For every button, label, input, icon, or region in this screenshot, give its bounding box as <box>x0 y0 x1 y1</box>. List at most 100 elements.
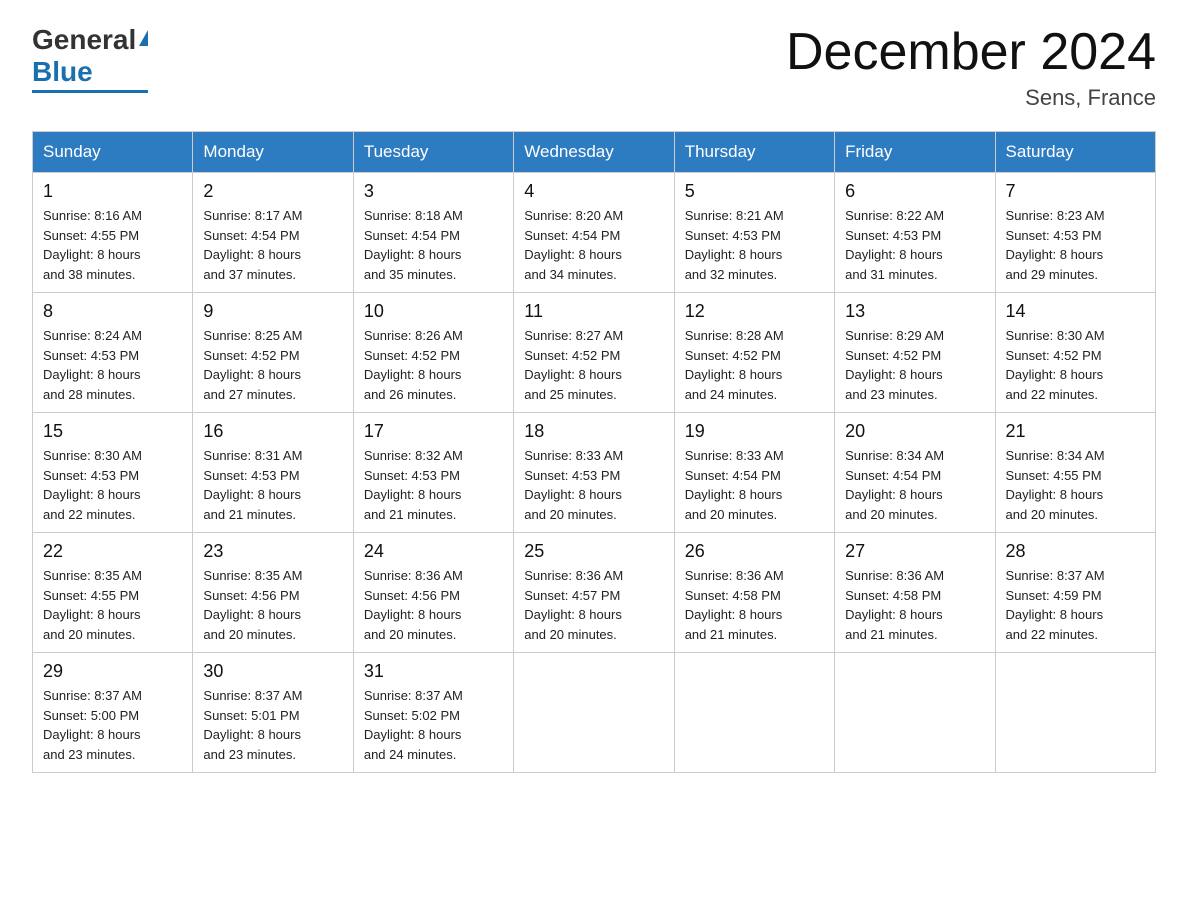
calendar-cell: 7 Sunrise: 8:23 AM Sunset: 4:53 PM Daylig… <box>995 173 1155 293</box>
logo-underline <box>32 90 148 93</box>
calendar-cell: 8Sunrise: 8:24 AM Sunset: 4:53 PM Daylig… <box>33 293 193 413</box>
day-number: 9 <box>203 301 342 322</box>
day-number: 31 <box>364 661 503 682</box>
day-info: Sunrise: 8:37 AM Sunset: 5:02 PM Dayligh… <box>364 686 503 764</box>
day-info: Sunrise: 8:37 AM Sunset: 5:01 PM Dayligh… <box>203 686 342 764</box>
calendar-cell: 18 Sunrise: 8:33 AM Sunset: 4:53 PM Dayli… <box>514 413 674 533</box>
day-number: 16 <box>203 421 342 442</box>
day-number: 25 <box>524 541 663 562</box>
day-info: Sunrise: 8:31 AM Sunset: 4:53 PM Dayligh… <box>203 446 342 524</box>
calendar-cell: 22 Sunrise: 8:35 AM Sunset: 4:55 PM Dayli… <box>33 533 193 653</box>
calendar-cell: 1Sunrise: 8:16 AM Sunset: 4:55 PM Daylig… <box>33 173 193 293</box>
calendar-week-row: 29Sunrise: 8:37 AM Sunset: 5:00 PM Dayli… <box>33 653 1156 773</box>
calendar-cell: 11 Sunrise: 8:27 AM Sunset: 4:52 PM Dayli… <box>514 293 674 413</box>
calendar-cell: 25 Sunrise: 8:36 AM Sunset: 4:57 PM Dayli… <box>514 533 674 653</box>
day-info: Sunrise: 8:18 AM Sunset: 4:54 PM Dayligh… <box>364 206 503 284</box>
calendar-cell: 30 Sunrise: 8:37 AM Sunset: 5:01 PM Dayli… <box>193 653 353 773</box>
day-number: 22 <box>43 541 182 562</box>
day-number: 27 <box>845 541 984 562</box>
calendar-cell: 17 Sunrise: 8:32 AM Sunset: 4:53 PM Dayli… <box>353 413 513 533</box>
calendar-cell: 31 Sunrise: 8:37 AM Sunset: 5:02 PM Dayli… <box>353 653 513 773</box>
header-right: December 2024 Sens, France <box>786 24 1156 111</box>
calendar-table: SundayMondayTuesdayWednesdayThursdayFrid… <box>32 131 1156 773</box>
day-info: Sunrise: 8:36 AM Sunset: 4:58 PM Dayligh… <box>685 566 824 644</box>
calendar-cell: 14 Sunrise: 8:30 AM Sunset: 4:52 PM Dayli… <box>995 293 1155 413</box>
calendar-cell <box>674 653 834 773</box>
day-number: 24 <box>364 541 503 562</box>
day-info: Sunrise: 8:28 AM Sunset: 4:52 PM Dayligh… <box>685 326 824 404</box>
day-info: Sunrise: 8:25 AM Sunset: 4:52 PM Dayligh… <box>203 326 342 404</box>
day-number: 19 <box>685 421 824 442</box>
day-number: 23 <box>203 541 342 562</box>
day-info: Sunrise: 8:30 AM Sunset: 4:52 PM Dayligh… <box>1006 326 1145 404</box>
logo-general-text: General <box>32 24 136 56</box>
day-number: 5 <box>685 181 824 202</box>
day-info: Sunrise: 8:23 AM Sunset: 4:53 PM Dayligh… <box>1006 206 1145 284</box>
column-header-wednesday: Wednesday <box>514 132 674 173</box>
day-number: 28 <box>1006 541 1145 562</box>
day-number: 2 <box>203 181 342 202</box>
logo: General Blue <box>32 24 148 93</box>
day-info: Sunrise: 8:33 AM Sunset: 4:54 PM Dayligh… <box>685 446 824 524</box>
day-number: 13 <box>845 301 984 322</box>
calendar-week-row: 15Sunrise: 8:30 AM Sunset: 4:53 PM Dayli… <box>33 413 1156 533</box>
calendar-cell: 10Sunrise: 8:26 AM Sunset: 4:52 PM Dayli… <box>353 293 513 413</box>
calendar-cell: 16 Sunrise: 8:31 AM Sunset: 4:53 PM Dayli… <box>193 413 353 533</box>
day-info: Sunrise: 8:36 AM Sunset: 4:57 PM Dayligh… <box>524 566 663 644</box>
calendar-cell: 19 Sunrise: 8:33 AM Sunset: 4:54 PM Dayli… <box>674 413 834 533</box>
day-number: 26 <box>685 541 824 562</box>
calendar-cell: 2 Sunrise: 8:17 AM Sunset: 4:54 PM Daylig… <box>193 173 353 293</box>
day-info: Sunrise: 8:21 AM Sunset: 4:53 PM Dayligh… <box>685 206 824 284</box>
calendar-cell: 21 Sunrise: 8:34 AM Sunset: 4:55 PM Dayli… <box>995 413 1155 533</box>
day-number: 11 <box>524 301 663 322</box>
day-number: 14 <box>1006 301 1145 322</box>
calendar-cell: 29Sunrise: 8:37 AM Sunset: 5:00 PM Dayli… <box>33 653 193 773</box>
calendar-cell: 9 Sunrise: 8:25 AM Sunset: 4:52 PM Daylig… <box>193 293 353 413</box>
day-info: Sunrise: 8:30 AM Sunset: 4:53 PM Dayligh… <box>43 446 182 524</box>
calendar-week-row: 8Sunrise: 8:24 AM Sunset: 4:53 PM Daylig… <box>33 293 1156 413</box>
logo-triangle-icon <box>139 30 148 46</box>
calendar-cell <box>995 653 1155 773</box>
day-info: Sunrise: 8:22 AM Sunset: 4:53 PM Dayligh… <box>845 206 984 284</box>
column-header-thursday: Thursday <box>674 132 834 173</box>
day-info: Sunrise: 8:24 AM Sunset: 4:53 PM Dayligh… <box>43 326 182 404</box>
calendar-week-row: 22 Sunrise: 8:35 AM Sunset: 4:55 PM Dayli… <box>33 533 1156 653</box>
calendar-cell: 6Sunrise: 8:22 AM Sunset: 4:53 PM Daylig… <box>835 173 995 293</box>
day-info: Sunrise: 8:36 AM Sunset: 4:58 PM Dayligh… <box>845 566 984 644</box>
day-number: 18 <box>524 421 663 442</box>
page-header: General Blue December 2024 Sens, France <box>32 24 1156 111</box>
day-info: Sunrise: 8:34 AM Sunset: 4:55 PM Dayligh… <box>1006 446 1145 524</box>
day-number: 4 <box>524 181 663 202</box>
day-info: Sunrise: 8:26 AM Sunset: 4:52 PM Dayligh… <box>364 326 503 404</box>
day-info: Sunrise: 8:35 AM Sunset: 4:55 PM Dayligh… <box>43 566 182 644</box>
day-info: Sunrise: 8:17 AM Sunset: 4:54 PM Dayligh… <box>203 206 342 284</box>
day-number: 12 <box>685 301 824 322</box>
day-info: Sunrise: 8:29 AM Sunset: 4:52 PM Dayligh… <box>845 326 984 404</box>
day-info: Sunrise: 8:27 AM Sunset: 4:52 PM Dayligh… <box>524 326 663 404</box>
day-number: 3 <box>364 181 503 202</box>
day-info: Sunrise: 8:35 AM Sunset: 4:56 PM Dayligh… <box>203 566 342 644</box>
column-header-saturday: Saturday <box>995 132 1155 173</box>
calendar-cell: 24 Sunrise: 8:36 AM Sunset: 4:56 PM Dayli… <box>353 533 513 653</box>
day-number: 30 <box>203 661 342 682</box>
day-number: 17 <box>364 421 503 442</box>
day-info: Sunrise: 8:33 AM Sunset: 4:53 PM Dayligh… <box>524 446 663 524</box>
day-number: 7 <box>1006 181 1145 202</box>
calendar-cell: 28Sunrise: 8:37 AM Sunset: 4:59 PM Dayli… <box>995 533 1155 653</box>
day-info: Sunrise: 8:32 AM Sunset: 4:53 PM Dayligh… <box>364 446 503 524</box>
calendar-cell: 15Sunrise: 8:30 AM Sunset: 4:53 PM Dayli… <box>33 413 193 533</box>
day-number: 21 <box>1006 421 1145 442</box>
column-header-monday: Monday <box>193 132 353 173</box>
day-info: Sunrise: 8:16 AM Sunset: 4:55 PM Dayligh… <box>43 206 182 284</box>
calendar-cell: 20Sunrise: 8:34 AM Sunset: 4:54 PM Dayli… <box>835 413 995 533</box>
day-info: Sunrise: 8:36 AM Sunset: 4:56 PM Dayligh… <box>364 566 503 644</box>
calendar-cell: 12 Sunrise: 8:28 AM Sunset: 4:52 PM Dayli… <box>674 293 834 413</box>
day-info: Sunrise: 8:34 AM Sunset: 4:54 PM Dayligh… <box>845 446 984 524</box>
calendar-cell: 4Sunrise: 8:20 AM Sunset: 4:54 PM Daylig… <box>514 173 674 293</box>
calendar-cell <box>835 653 995 773</box>
calendar-cell: 13 Sunrise: 8:29 AM Sunset: 4:52 PM Dayli… <box>835 293 995 413</box>
day-number: 29 <box>43 661 182 682</box>
month-title: December 2024 <box>786 24 1156 81</box>
calendar-week-row: 1Sunrise: 8:16 AM Sunset: 4:55 PM Daylig… <box>33 173 1156 293</box>
calendar-header-row: SundayMondayTuesdayWednesdayThursdayFrid… <box>33 132 1156 173</box>
